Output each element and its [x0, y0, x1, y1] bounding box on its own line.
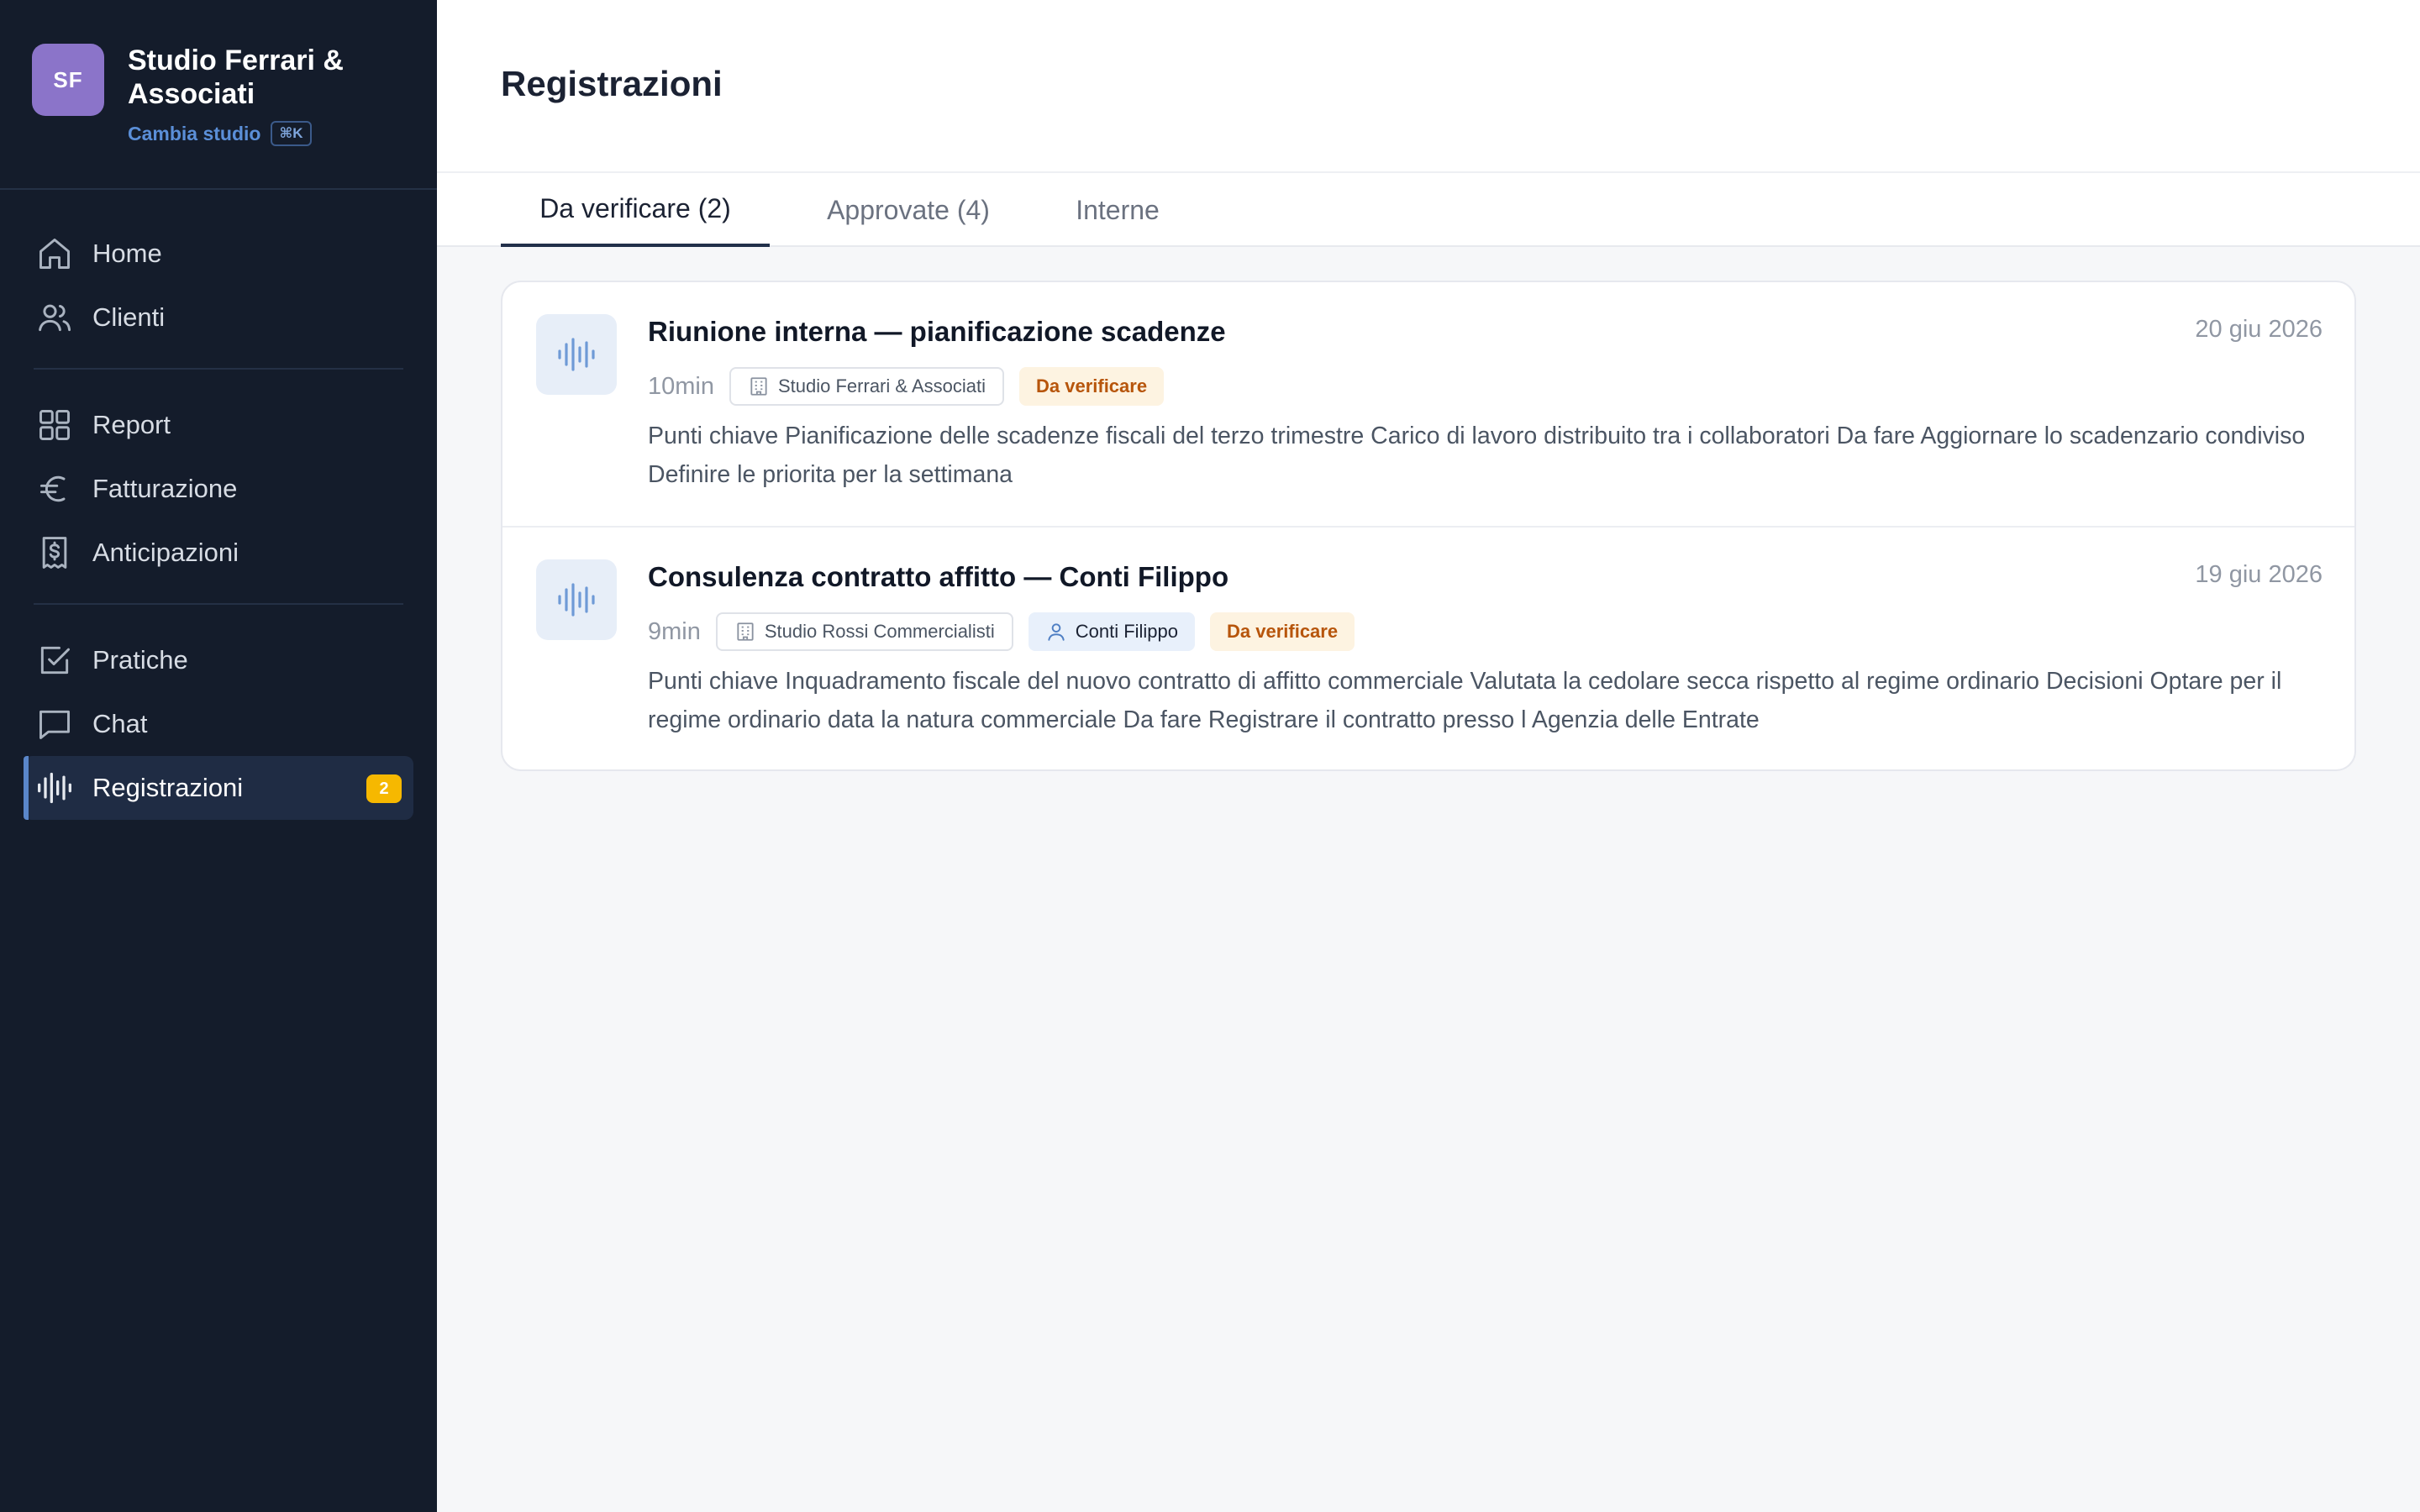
sidebar: SF Studio Ferrari & Associati Cambia stu… — [0, 0, 437, 1512]
receipt-dollar-icon — [35, 533, 74, 572]
recording-item[interactable]: Riunione interna — pianificazione scaden… — [502, 282, 2354, 526]
sidebar-item-report[interactable]: Report — [24, 393, 413, 457]
recording-duration: 9min — [648, 617, 701, 645]
tab-interne[interactable]: Interne — [1042, 173, 1193, 247]
studio-chip: Studio Ferrari & Associati — [729, 367, 1004, 406]
studio-switcher[interactable]: SF Studio Ferrari & Associati Cambia stu… — [32, 44, 410, 161]
recordings-list: Riunione interna — pianificazione scaden… — [501, 281, 2356, 771]
users-icon — [35, 298, 74, 337]
studio-name-label: Studio Rossi Commercialisti — [764, 621, 995, 642]
client-chip[interactable]: Conti Filippo — [1028, 612, 1195, 651]
sidebar-item-label: Fatturazione — [92, 474, 238, 503]
recording-summary: Punti chiave Pianificazione delle scaden… — [648, 423, 2306, 488]
tab-bar: Da verificare (2) Approvate (4) Interne — [437, 173, 2420, 247]
tab-approvate[interactable]: Approvate (4) — [786, 173, 1030, 247]
recording-summary: Punti chiave Inquadramento fiscale del n… — [648, 668, 2282, 733]
sidebar-item-clienti[interactable]: Clienti — [24, 286, 413, 349]
sidebar-divider — [0, 188, 437, 190]
nav-divider — [34, 603, 403, 605]
sidebar-item-anticipazioni[interactable]: Anticipazioni — [24, 521, 413, 585]
studio-name: Studio Ferrari & Associati — [128, 45, 344, 110]
recording-date: 19 giu 2026 — [2195, 561, 2323, 588]
recording-date: 20 giu 2026 — [2195, 316, 2323, 343]
sidebar-item-pratiche[interactable]: Pratiche — [24, 628, 413, 692]
studio-avatar: SF — [32, 44, 104, 116]
change-studio-link[interactable]: Cambia studio ⌘K — [128, 121, 312, 146]
sidebar-item-label: Clienti — [92, 302, 166, 332]
user-icon — [1048, 623, 1065, 641]
sidebar-item-label: Pratiche — [92, 645, 188, 675]
page-title: Registrazioni — [501, 64, 723, 103]
sidebar-item-label: Report — [92, 410, 171, 439]
home-icon — [35, 234, 74, 273]
recording-meta: 10min Studio Ferrari & Associati Da veri… — [648, 366, 1165, 407]
studio-chip: Studio Rossi Commercialisti — [715, 612, 1013, 651]
recording-title[interactable]: Consulenza contratto affitto — Conti Fil… — [648, 561, 1228, 593]
sidebar-item-fatturazione[interactable]: Fatturazione — [24, 457, 413, 521]
building-icon — [737, 622, 754, 641]
building-icon — [750, 377, 767, 396]
chat-icon — [35, 705, 74, 743]
recording-duration: 10min — [648, 372, 714, 400]
sidebar-item-label: Chat — [92, 709, 148, 738]
sidebar-item-home[interactable]: Home — [24, 222, 413, 286]
waveform-icon — [536, 559, 617, 640]
pending-count-badge: 2 — [366, 774, 402, 803]
change-studio-label: Cambia studio — [128, 122, 261, 144]
sidebar-item-label: Home — [92, 239, 162, 268]
recording-item[interactable]: Consulenza contratto affitto — Conti Fil… — [502, 526, 2354, 769]
recording-meta: 9min Studio Rossi Commercialisti Conti F… — [648, 612, 1355, 652]
sidebar-item-label: Anticipazioni — [92, 538, 239, 567]
sidebar-nav: Home Clienti Report Fatturazione Anticip… — [24, 222, 413, 820]
waveform-icon — [35, 769, 74, 807]
nav-divider — [34, 368, 403, 370]
tab-da-verificare[interactable]: Da verificare (2) — [501, 173, 770, 247]
grid-icon — [35, 406, 74, 444]
page-header: Registrazioni — [437, 0, 2420, 173]
sidebar-item-chat[interactable]: Chat — [24, 692, 413, 756]
checkbox-icon — [35, 641, 74, 680]
client-name-label: Conti Filippo — [1075, 621, 1178, 642]
status-badge: Da verificare — [1018, 367, 1165, 406]
sidebar-item-label: Registrazioni — [92, 773, 244, 802]
waveform-icon — [536, 314, 617, 395]
status-badge: Da verificare — [1210, 612, 1355, 651]
euro-icon — [35, 470, 74, 508]
shortcut-hint: ⌘K — [271, 121, 312, 146]
recording-title[interactable]: Riunione interna — pianificazione scaden… — [648, 316, 1226, 348]
studio-name-label: Studio Ferrari & Associati — [778, 375, 986, 396]
sidebar-item-registrazioni[interactable]: Registrazioni 2 — [24, 756, 413, 820]
